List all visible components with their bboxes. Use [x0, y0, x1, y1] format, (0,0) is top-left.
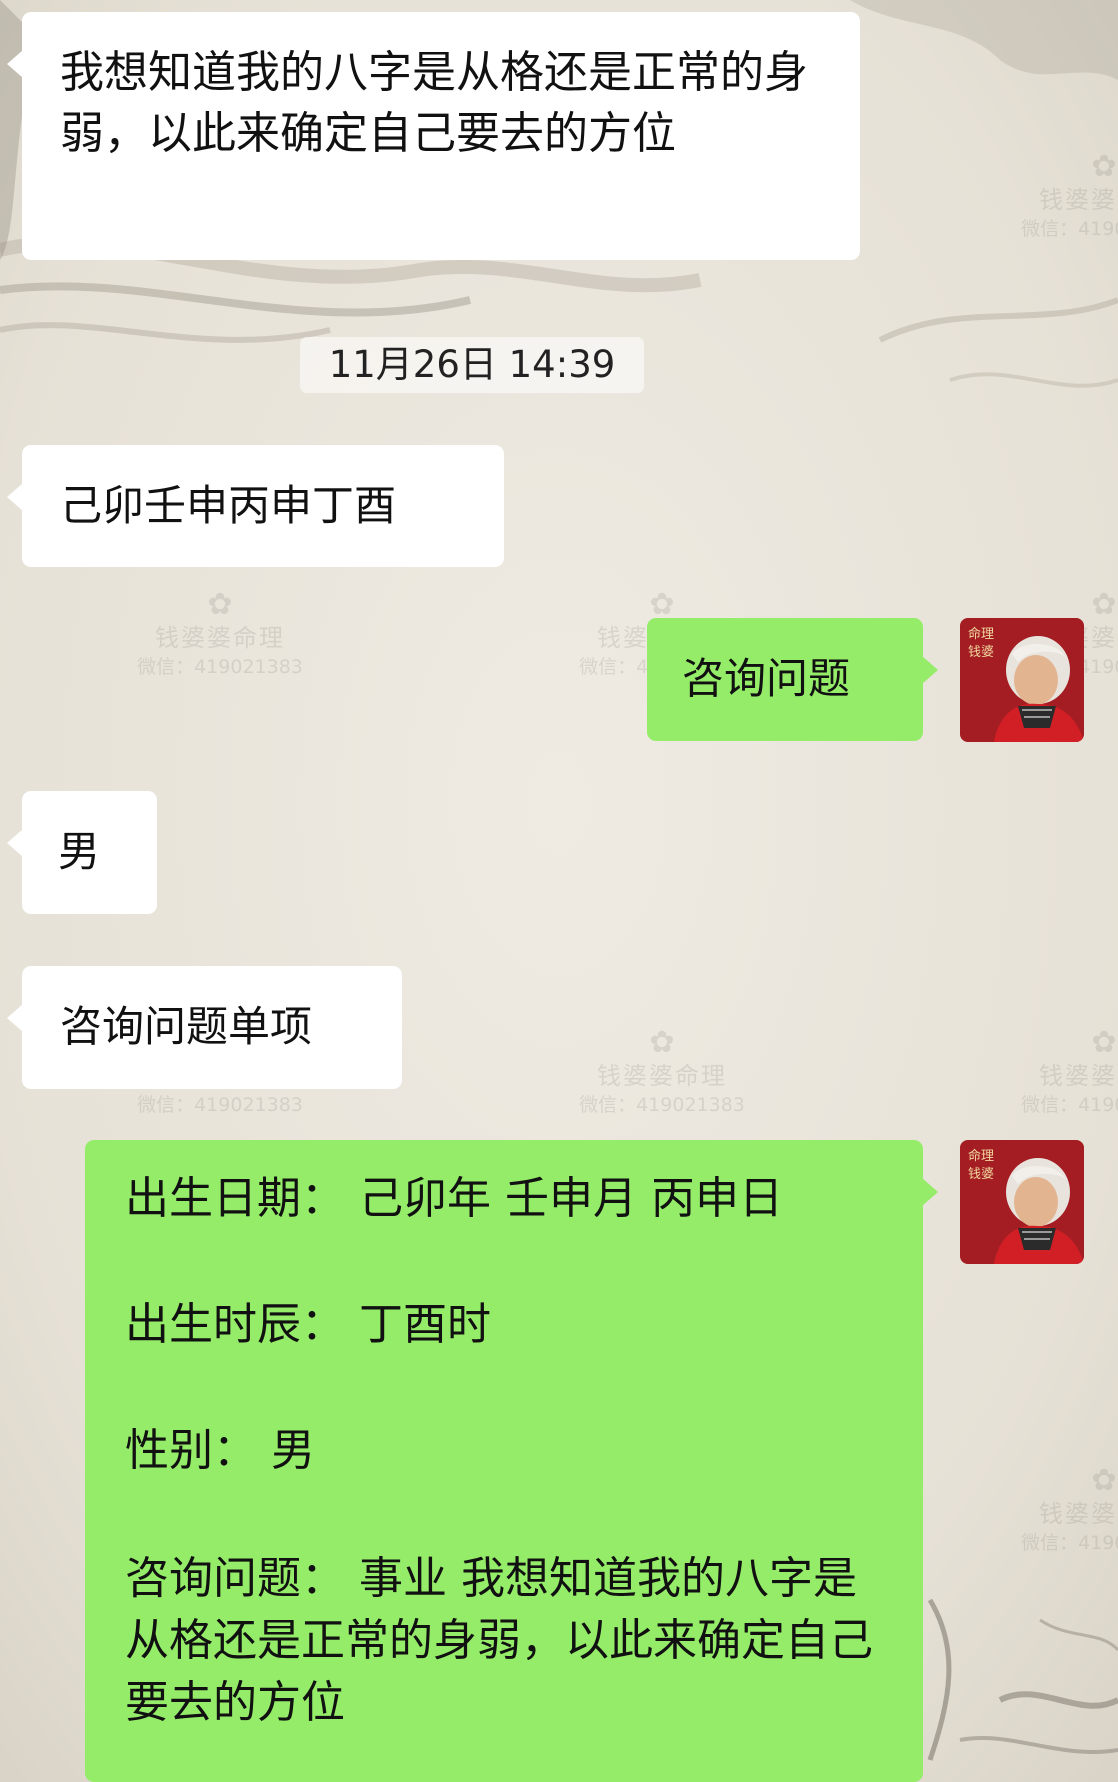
received-message-bubble[interactable]: 己卯壬申丙申丁酉 [7, 445, 504, 567]
avatar-icon: 命理 钱婆 [960, 1140, 1084, 1264]
received-message-bubble[interactable]: 咨询问题单项 [7, 966, 402, 1089]
svg-text:钱婆: 钱婆 [968, 645, 994, 660]
svg-text:命理: 命理 [968, 1148, 994, 1164]
sent-message-bubble[interactable]: 出生日期： 己卯年 壬申月 丙申日 出生时辰： 丁酉时 性别： 男 咨询问题： … [85, 1140, 938, 1782]
received-message-bubble[interactable]: 男 [7, 791, 157, 914]
avatar-icon: 命理 钱婆 [960, 618, 1084, 742]
message-timestamp: 11月26日 14:39 [300, 337, 644, 393]
gender-line: 性别： 男 [125, 1425, 315, 1476]
svg-text:钱婆: 钱婆 [968, 1167, 994, 1182]
question-line: 咨询问题： 事业 我想知道我的八字是从格还是正常的身弱，以此来确定自己要去的方位 [125, 1553, 873, 1728]
message-text: 咨询问题单项 [60, 1002, 313, 1051]
received-message-bubble[interactable]: 我想知道我的八字是从格还是正常的身弱，以此来确定自己要去的方位 [7, 12, 860, 260]
sent-message-bubble[interactable]: 咨询问题 [647, 618, 938, 741]
birth-hour-line: 出生时辰： 丁酉时 [125, 1299, 491, 1350]
message-text: 咨询问题 [682, 654, 851, 703]
birth-date-line: 出生日期： 己卯年 壬申月 丙申日 [125, 1173, 783, 1224]
message-text: 我想知道我的八字是从格还是正常的身弱，以此来确定自己要去的方位 [60, 47, 808, 159]
elderly-woman-avatar[interactable]: 命理 钱婆 [960, 618, 1084, 742]
message-text: 己卯壬申丙申丁酉 [60, 481, 397, 530]
svg-text:命理: 命理 [968, 626, 994, 642]
message-text: 男 [58, 827, 101, 876]
elderly-woman-avatar[interactable]: 命理 钱婆 [960, 1140, 1084, 1264]
